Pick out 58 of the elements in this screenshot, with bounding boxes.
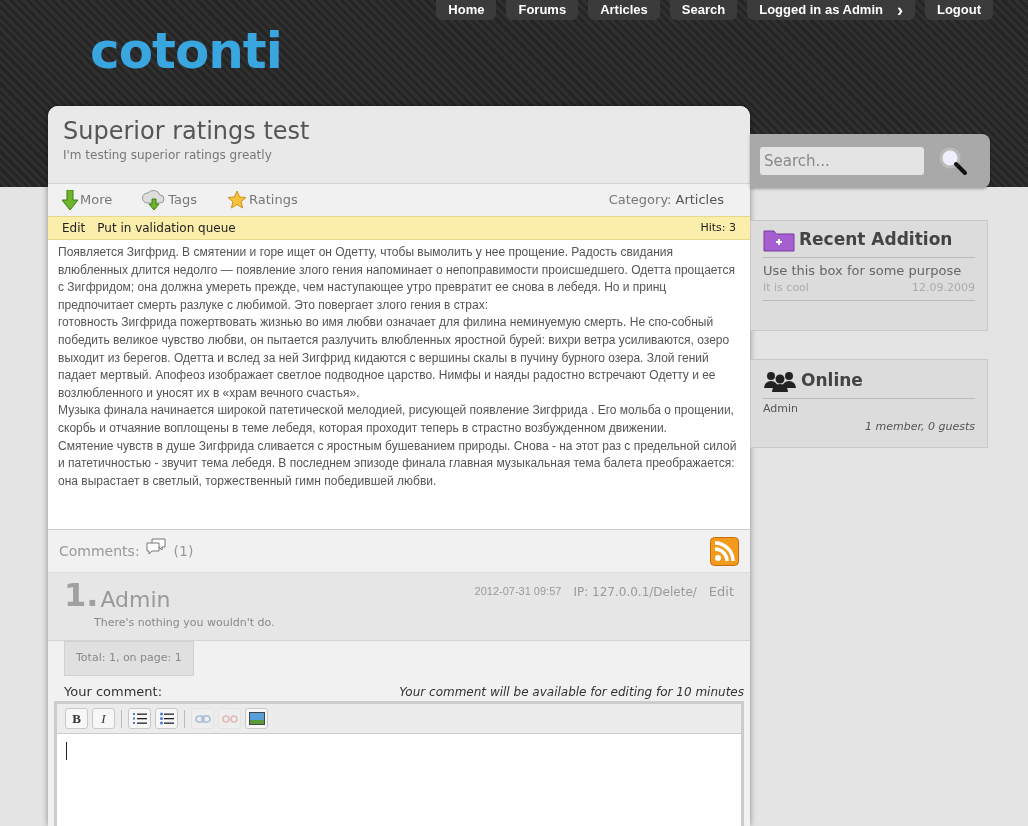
ordered-list-button[interactable] bbox=[128, 708, 151, 729]
nav-link[interactable]: Home bbox=[436, 0, 497, 20]
comment-author: Admin bbox=[100, 589, 171, 611]
edit-time-note: Your comment will be available for editing for 10 minutes bbox=[399, 684, 744, 701]
bullet-list-icon bbox=[159, 712, 174, 725]
numbered-list-icon bbox=[132, 712, 147, 725]
nav-link[interactable]: Logout bbox=[924, 0, 993, 20]
image-icon bbox=[248, 712, 265, 725]
link-icon bbox=[194, 714, 211, 723]
tags-link[interactable]: Tags bbox=[142, 189, 197, 211]
star-icon bbox=[227, 190, 247, 210]
online-user[interactable]: Admin bbox=[763, 400, 975, 417]
comment-date: 2012-07-31 09:57 bbox=[474, 584, 562, 599]
nav-link[interactable]: Search bbox=[669, 0, 738, 20]
article-paragraph: Появляется Зигфрид. В смятении и горе ищет он Одетту, чтобы вымолить у нее прощение. Радость свидания влюбленных длится недолго — появление злого гения напоминает о непоправимости происшедшего. Одетта прощается с Зигфридом; она должна умереть прежде, чем наступающее утро превратит ее снова в лебедя. Но и принц предпочитает смерть разлуке с любимой. Это повергает злого гения в страх: bbox=[58, 244, 736, 314]
article-paragraph: готовность Зигфрида пожертвовать жизнью во имя любви означает для филина неминуемую смерть. Не спо-собный победить великое чувство любви, он пытается разлучить влюбленных яростной бурей: вихри ветра усиливаются, озеро выходит из берегов. Одетта и вслед за ней Зигфрид кидаются с вершины скалы в пучину бурного озера. Злой гений падает мертвый. Апофеоз изображает светлое подводное царство. Нимфы и наяды радостно встречают Одетту и ее возлюбленного и уносят их в «храм вечного счастья». bbox=[58, 314, 731, 402]
nav-link[interactable]: Articles bbox=[588, 0, 660, 20]
pagination-total: Total: 1, on page: 1 bbox=[64, 641, 194, 676]
comment-number: 1. bbox=[64, 579, 99, 611]
search-icon bbox=[938, 146, 968, 176]
article-title: Superior ratings test bbox=[63, 116, 311, 146]
speech-bubbles-icon bbox=[145, 538, 166, 556]
admin-link[interactable]: Put in validation queue bbox=[97, 219, 236, 237]
chevron-icon: › bbox=[896, 1, 903, 19]
search-field[interactable]: Search... bbox=[760, 147, 924, 175]
nav-link[interactable]: Logged in as Admin › bbox=[747, 0, 915, 20]
recent-item-title[interactable]: Use this box for some purpose bbox=[763, 260, 975, 280]
article-paragraph: Смятение чувств в душе Зигфрида сливается с яростным бушеванием природы. Снова - на этот раз с предельной силой и патетичностью - звучит тема лебедя. В последнем эпизоде финала главная музыкальная тема балета преображается: она вырастает в светлый, торжественный гимн победившей любви. bbox=[58, 437, 738, 490]
hits-count: Hits: 3 bbox=[700, 219, 736, 236]
rss-icon bbox=[710, 536, 739, 566]
comment-editor[interactable]: B I bbox=[54, 701, 744, 826]
nav-link[interactable]: Forums bbox=[506, 0, 579, 20]
comment-text: There's nothing you wouldn't do. bbox=[94, 615, 276, 631]
ratings-link[interactable]: Ratings bbox=[227, 190, 298, 210]
unlink-icon bbox=[221, 713, 238, 724]
logo[interactable]: cotonti bbox=[90, 22, 282, 80]
online-summary: 1 member, 0 guests bbox=[864, 419, 975, 435]
article-paragraph: Музыка финала начинается широкой патетической мелодией, рисующей появление Зигфрида . Его мольба о прощении, скорбь и отчаяние воплощены в теме лебедя, которая проходит теперь в страстно возбужденном движении. bbox=[58, 402, 735, 437]
comments-label: Comments: bbox=[59, 541, 140, 561]
comment-form-label: Your comment: bbox=[64, 682, 163, 701]
folder-plus-icon bbox=[763, 227, 795, 252]
text-cursor bbox=[66, 742, 67, 760]
panel-title: Online bbox=[801, 369, 863, 392]
down-arrow-icon bbox=[62, 190, 78, 210]
cloud-download-icon bbox=[142, 189, 167, 211]
comment-ip: IP: 127.0.0.1/Delete/ bbox=[573, 584, 697, 601]
category-link[interactable]: Articles bbox=[675, 190, 724, 210]
users-icon bbox=[763, 369, 797, 392]
italic-button[interactable]: I bbox=[92, 708, 115, 729]
bold-button[interactable]: B bbox=[65, 708, 88, 729]
admin-link[interactable]: Edit bbox=[62, 219, 86, 237]
panel-title: Recent Addition bbox=[799, 228, 953, 251]
comments-count: (1) bbox=[173, 541, 194, 561]
bullet-list-button[interactable] bbox=[155, 708, 178, 729]
image-button[interactable] bbox=[245, 708, 268, 729]
category-label: Category: bbox=[608, 191, 672, 210]
article-subtitle: I'm testing superior ratings greatly bbox=[63, 147, 273, 164]
more-link[interactable]: More bbox=[62, 190, 113, 210]
